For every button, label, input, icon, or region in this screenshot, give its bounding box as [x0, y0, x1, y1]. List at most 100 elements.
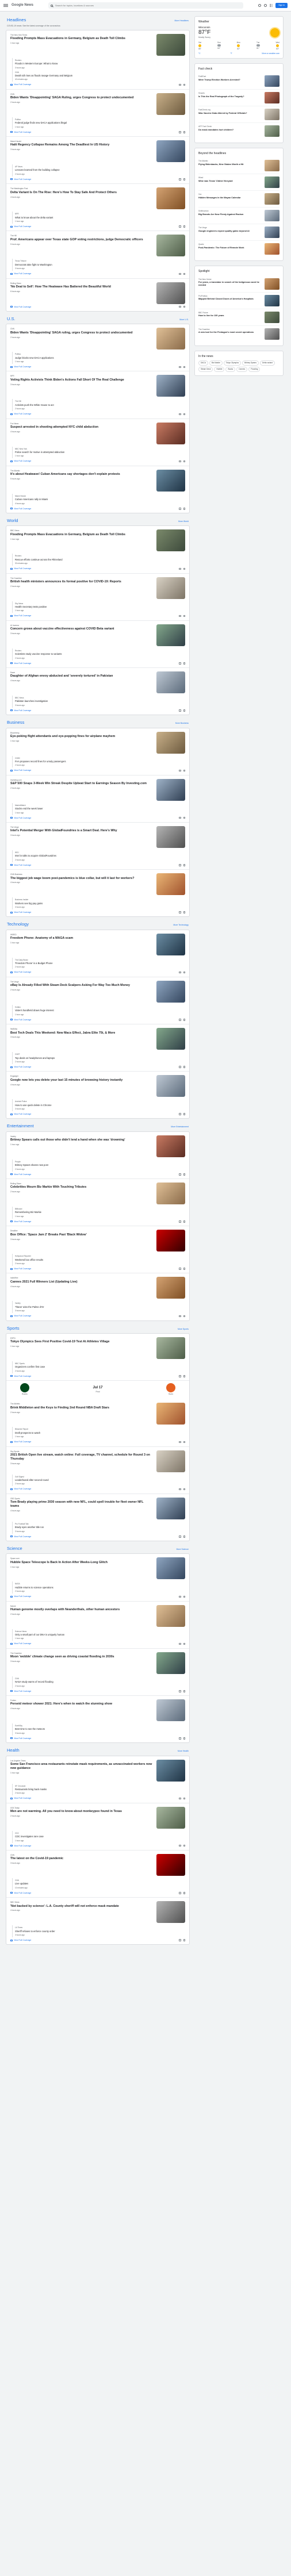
- headline-link[interactable]: The biggest job wage boom post-pandemics…: [10, 877, 153, 881]
- more-options-icon[interactable]: [183, 1737, 185, 1740]
- share-icon[interactable]: [179, 1690, 181, 1692]
- share-icon[interactable]: [179, 366, 181, 368]
- publisher[interactable]: CNN: [15, 1677, 185, 1680]
- full-coverage-link[interactable]: View Full Coverage: [10, 178, 31, 181]
- full-coverage-link[interactable]: View Full Coverage: [10, 460, 31, 462]
- publisher[interactable]: Reuters: [15, 650, 185, 652]
- headline-link[interactable]: Perseid meteor shower 2021: Here's when …: [10, 1702, 153, 1706]
- headline-link[interactable]: Prof. Americans appear over Texas state …: [10, 238, 153, 242]
- full-coverage-link[interactable]: View Full Coverage: [10, 1315, 31, 1317]
- more-link[interactable]: More Technology: [173, 924, 189, 926]
- share-icon[interactable]: [179, 225, 181, 228]
- item-thumbnail[interactable]: [265, 210, 279, 222]
- more-options-icon[interactable]: [183, 709, 185, 712]
- more-options-icon[interactable]: [183, 567, 185, 570]
- covid-tip[interactable]: COVID-19 news: See the latest coverage o…: [7, 25, 189, 27]
- forecast-day[interactable]: Mon 82°: [237, 41, 240, 50]
- story-thumbnail[interactable]: [156, 1230, 185, 1252]
- story-thumbnail[interactable]: [156, 282, 185, 304]
- full-coverage-link[interactable]: View Full Coverage: [10, 83, 31, 86]
- related-headline-link[interactable]: Pakistan launches investigation: [15, 700, 185, 702]
- publisher[interactable]: The Daily Beast: [15, 959, 185, 961]
- full-coverage-link[interactable]: View Full Coverage: [10, 225, 31, 228]
- topic-chip[interactable]: Flooding: [248, 366, 261, 372]
- publisher[interactable]: Bleacher Report: [15, 1428, 185, 1430]
- topic-chip[interactable]: Hubble: [214, 366, 225, 372]
- publisher[interactable]: The Verge: [10, 981, 153, 983]
- full-coverage-link[interactable]: View Full Coverage: [10, 1690, 31, 1692]
- story-thumbnail[interactable]: [156, 469, 185, 492]
- sign-in-button[interactable]: Sign in: [275, 3, 288, 8]
- story-thumbnail[interactable]: [156, 933, 185, 955]
- publisher[interactable]: WIRED: [10, 934, 153, 936]
- related-headline-link[interactable]: Britney Spears shares new post: [15, 1164, 185, 1166]
- publisher[interactable]: NBC News: [10, 1901, 153, 1903]
- publisher[interactable]: Quartz: [198, 243, 262, 245]
- publisher[interactable]: CNN: [10, 328, 153, 330]
- story-thumbnail[interactable]: [156, 1497, 185, 1519]
- headline-link[interactable]: Intel's Potential Merger With GlobalFoun…: [10, 829, 153, 833]
- share-icon[interactable]: [179, 971, 181, 974]
- publisher[interactable]: ProPublica: [198, 295, 262, 297]
- share-icon[interactable]: [179, 1441, 181, 1444]
- publisher[interactable]: CNBC: [15, 757, 185, 759]
- more-link[interactable]: More U.S.: [179, 318, 189, 321]
- full-coverage-link[interactable]: View Full Coverage: [10, 1488, 31, 1490]
- publisher[interactable]: Business Insider: [15, 899, 185, 901]
- publisher[interactable]: The Athletic: [10, 1403, 153, 1405]
- more-link[interactable]: More World: [178, 520, 189, 523]
- publisher[interactable]: NBC New York: [15, 448, 185, 450]
- story-thumbnail[interactable]: [156, 1699, 185, 1721]
- publisher[interactable]: Space.com: [10, 1557, 153, 1560]
- story-thumbnail[interactable]: [156, 422, 185, 444]
- headline-link[interactable]: eBay Is Already Filled With Steam Deck S…: [10, 984, 153, 988]
- story-thumbnail[interactable]: [156, 1182, 185, 1204]
- share-icon[interactable]: [179, 1797, 181, 1800]
- more-link[interactable]: More Headlines: [174, 20, 189, 22]
- section-title[interactable]: Headlines: [7, 17, 26, 22]
- more-link[interactable]: More Science: [177, 1548, 189, 1550]
- publisher[interactable]: CNN: [10, 93, 153, 95]
- more-options-icon[interactable]: [183, 1220, 185, 1223]
- item-thumbnail[interactable]: [265, 75, 279, 87]
- publisher[interactable]: The Hill: [10, 235, 153, 237]
- more-options-icon[interactable]: [183, 83, 185, 86]
- search-input[interactable]: [55, 4, 242, 7]
- headline-link[interactable]: Daughter of Afghan envoy abducted and 's…: [10, 674, 153, 678]
- headline-link[interactable]: Box Office: 'Space Jam 2' Breaks Past 'B…: [10, 1233, 153, 1237]
- full-coverage-link[interactable]: View Full Coverage: [10, 1066, 31, 1068]
- publisher[interactable]: IndieWire: [10, 1277, 153, 1279]
- headline-link[interactable]: Brink Middleton and the Keys to Finding …: [10, 1406, 153, 1410]
- topic-chip[interactable]: Steam Deck: [198, 366, 213, 372]
- publisher[interactable]: NBC Sports: [15, 1362, 185, 1365]
- story-thumbnail[interactable]: [156, 1450, 185, 1472]
- related-headline-link[interactable]: Stocks end the week lower: [15, 807, 185, 810]
- story-thumbnail[interactable]: [156, 873, 185, 896]
- share-icon[interactable]: [179, 709, 181, 712]
- share-icon[interactable]: [179, 413, 181, 416]
- more-options-icon[interactable]: [183, 1113, 185, 1115]
- publisher[interactable]: CNN: [15, 71, 185, 74]
- more-options-icon[interactable]: [183, 662, 185, 665]
- share-icon[interactable]: [179, 1595, 181, 1598]
- more-options-icon[interactable]: [183, 413, 185, 416]
- publisher[interactable]: ESPN: [10, 1337, 153, 1339]
- publisher[interactable]: Reuters: [15, 59, 185, 62]
- section-title[interactable]: Science: [7, 1546, 22, 1551]
- headline-link[interactable]: Tom Brady playing prime 2030 season with…: [10, 1500, 153, 1508]
- related-headline-link[interactable]: Valve's handheld draws huge interest: [15, 1009, 185, 1012]
- headline-link[interactable]: 2021 British Open live stream, watch onl…: [10, 1453, 153, 1461]
- headline-link[interactable]: Is This the Real Photograph of the Trage…: [198, 95, 262, 98]
- more-link[interactable]: More Sports: [178, 1328, 189, 1330]
- publisher[interactable]: The Guardian: [10, 577, 153, 579]
- share-icon[interactable]: [179, 305, 181, 308]
- apps-icon[interactable]: [270, 4, 273, 7]
- full-coverage-link[interactable]: View Full Coverage: [10, 1113, 31, 1115]
- headline-link[interactable]: Celebrities Mourn Biz Markie With Touchi…: [10, 1185, 153, 1189]
- story-thumbnail[interactable]: [156, 1337, 185, 1359]
- headline-link[interactable]: Google engineers expect quality gains be…: [198, 230, 262, 233]
- full-coverage-link[interactable]: View Full Coverage: [10, 1019, 31, 1021]
- related-headline-link[interactable]: CDC investigates rare case: [15, 1835, 185, 1838]
- section-title[interactable]: Technology: [7, 922, 29, 927]
- item-thumbnail[interactable]: [265, 193, 279, 205]
